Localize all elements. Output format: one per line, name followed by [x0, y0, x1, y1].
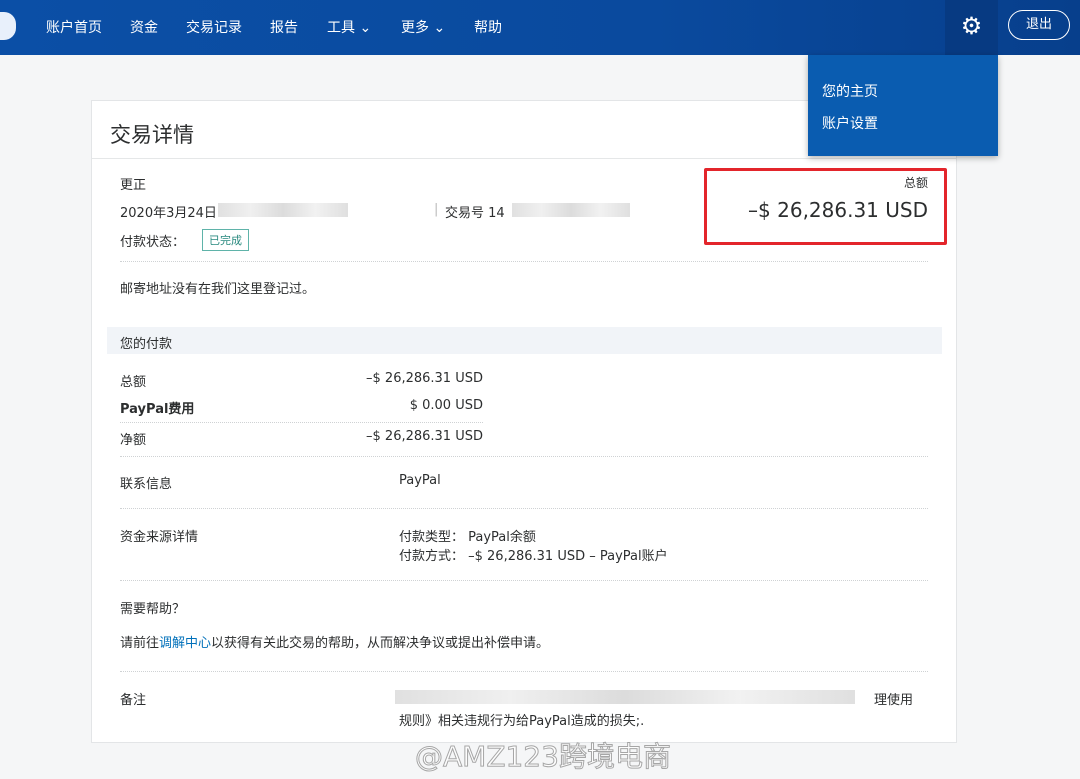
note-line2: 规则》相关违规行为给PayPal造成的损失;.	[399, 714, 645, 729]
funding-label: 资金来源详情	[120, 530, 199, 545]
nav-help[interactable]: 帮助	[474, 17, 502, 37]
menu-item-account-settings[interactable]: 账户设置	[822, 113, 878, 133]
address-note: 邮寄地址没有在我们这里登记过。	[120, 282, 316, 297]
transaction-id: 交易号 14	[445, 206, 505, 221]
transaction-type: 更正	[120, 178, 147, 193]
divider	[120, 261, 928, 262]
redacted-blur	[218, 203, 348, 217]
logout-button[interactable]: 退出	[1008, 10, 1070, 40]
note-line1-end: 理使用	[874, 693, 914, 708]
net-label: 净额	[120, 433, 147, 448]
note-label: 备注	[120, 693, 147, 708]
help-prefix: 请前往	[120, 636, 160, 651]
transaction-date: 2020年3月24日	[120, 206, 217, 221]
separator: |	[434, 202, 439, 217]
menu-item-my-home[interactable]: 您的主页	[822, 81, 878, 101]
watermark: @AMZ123跨境电商	[415, 740, 672, 774]
help-title: 需要帮助？	[120, 602, 186, 617]
settings-dropdown: 您的主页 账户设置	[808, 55, 998, 156]
paypal-logo[interactable]	[0, 12, 16, 40]
nav-tools[interactable]: 工具 ⌄	[327, 17, 371, 37]
nav-money[interactable]: 资金	[130, 17, 158, 37]
nav-more[interactable]: 更多 ⌄	[401, 17, 445, 37]
highlight-box	[704, 168, 947, 245]
help-suffix: 以获得有关此交易的帮助，从而解决争议或提出补偿申请。	[211, 636, 550, 651]
divider	[120, 456, 928, 457]
divider	[120, 508, 928, 509]
help-text: 请前往调解中心以获得有关此交易的帮助，从而解决争议或提出补偿申请。	[120, 632, 549, 651]
redacted-blur	[512, 203, 630, 217]
status-badge: 已完成	[202, 229, 249, 251]
funding-method: 付款方式： –$ 26,286.31 USD – PayPal账户	[399, 549, 668, 564]
divider	[92, 158, 956, 159]
gear-icon[interactable]: ⚙	[945, 0, 998, 55]
your-payment-heading: 您的付款	[120, 337, 173, 352]
paypal-fee-label: PayPal费用	[120, 402, 195, 417]
top-nav-bar: 账户首页 资金 交易记录 报告 工具 ⌄ 更多 ⌄ 帮助 ⚙ 退出	[0, 0, 1080, 55]
page-title: 交易详情	[110, 123, 194, 147]
funding-type: 付款类型： PayPal余额	[399, 530, 536, 545]
section-header: 您的付款	[107, 327, 942, 354]
nav-activity[interactable]: 交易记录	[186, 17, 242, 37]
paypal-fee-value: $ 0.00 USD	[409, 398, 483, 413]
payment-total-label: 总额	[120, 375, 147, 390]
net-value: –$ 26,286.31 USD	[366, 429, 483, 444]
nav-summary[interactable]: 账户首页	[46, 17, 102, 37]
payment-total-value: –$ 26,286.31 USD	[366, 371, 483, 386]
resolution-center-link[interactable]: 调解中心	[159, 636, 211, 651]
nav-reports[interactable]: 报告	[270, 17, 298, 37]
divider	[120, 422, 483, 423]
redacted-blur	[395, 690, 855, 704]
divider	[120, 671, 928, 672]
divider	[120, 580, 928, 581]
contact-label: 联系信息	[120, 477, 173, 492]
contact-value: PayPal	[399, 473, 441, 488]
status-label: 付款状态：	[120, 235, 186, 250]
